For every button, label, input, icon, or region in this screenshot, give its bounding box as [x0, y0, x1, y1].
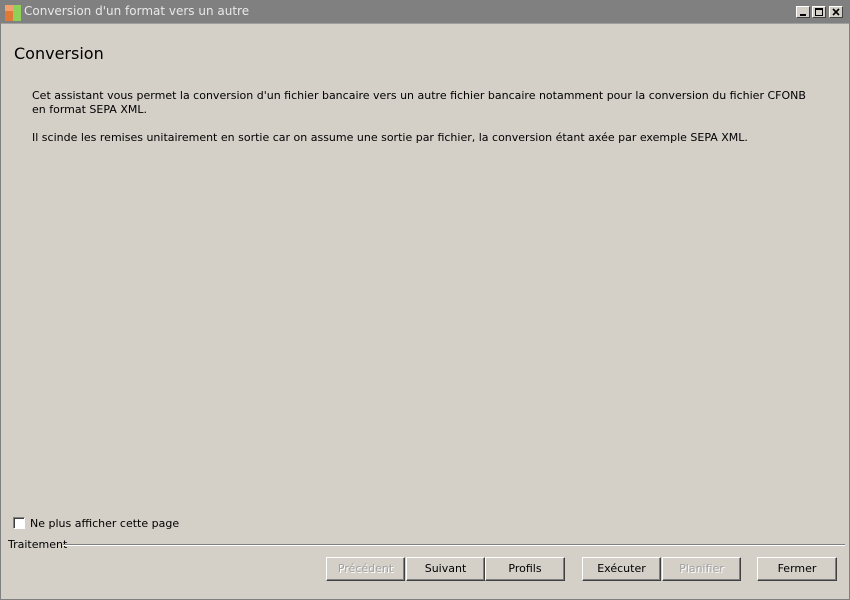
description-paragraph: Cet assistant vous permet la conversion … [32, 89, 806, 116]
next-button[interactable]: Suivant [406, 557, 485, 581]
group-label: Traitement [8, 538, 68, 551]
previous-button[interactable]: Précédent [326, 557, 405, 581]
title-bar[interactable]: Conversion d'un format vers un autre [1, 1, 849, 24]
close-icon [832, 8, 840, 16]
maximize-button[interactable] [812, 6, 826, 18]
close-window-button[interactable] [829, 6, 843, 18]
dont-show-label[interactable]: Ne plus afficher cette page [30, 517, 179, 531]
window-title: Conversion d'un format vers un autre [24, 4, 250, 18]
app-icon[interactable] [5, 5, 21, 21]
main-window: Conversion d'un format vers un autre Con… [0, 0, 850, 600]
page-title: Conversion [14, 44, 104, 63]
description-paragraph: Il scinde les remises unitairement en so… [32, 131, 748, 144]
execute-button[interactable]: Exécuter [582, 557, 661, 581]
group-divider [63, 544, 845, 546]
profiles-button[interactable]: Profils [485, 557, 565, 581]
minimize-icon [800, 14, 806, 16]
maximize-icon [815, 8, 823, 16]
dont-show-checkbox[interactable] [13, 517, 25, 529]
minimize-button[interactable] [796, 6, 810, 18]
schedule-button[interactable]: Planifier [662, 557, 741, 581]
close-button[interactable]: Fermer [757, 557, 837, 581]
